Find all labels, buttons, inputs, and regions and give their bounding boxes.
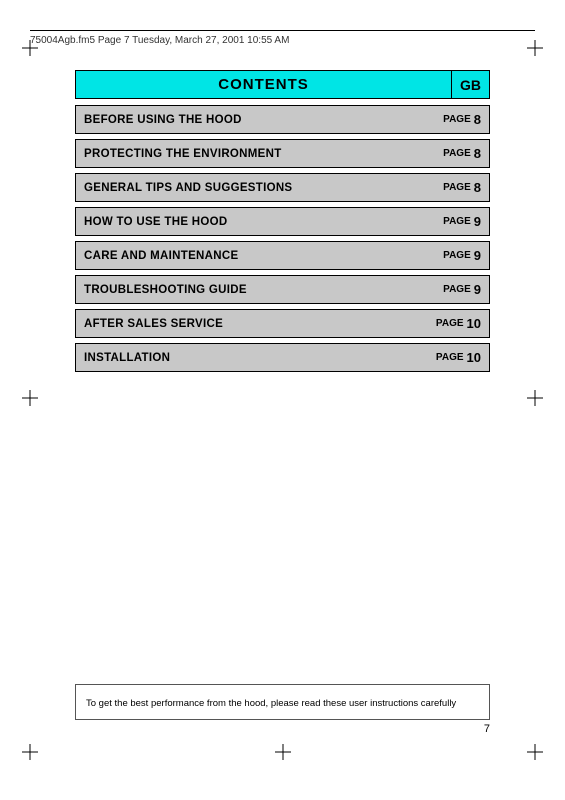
toc-page-cell-6: PAGE10 <box>409 310 489 337</box>
toc-page-label-5: PAGE <box>443 284 471 295</box>
toc-page-label-3: PAGE <box>443 216 471 227</box>
toc-page-number-7: 10 <box>467 350 481 365</box>
toc-page-label-4: PAGE <box>443 250 471 261</box>
toc-title-6: AFTER SALES SERVICE <box>84 318 223 330</box>
toc-title-5: TROUBLESHOOTING GUIDE <box>84 284 247 296</box>
toc-list: BEFORE USING THE HOODPAGE8PROTECTING THE… <box>75 105 490 372</box>
toc-page-number-6: 10 <box>467 316 481 331</box>
toc-page-label-7: PAGE <box>436 352 464 363</box>
toc-title-0: BEFORE USING THE HOOD <box>84 114 242 126</box>
toc-row: PROTECTING THE ENVIRONMENT PAGE8 <box>75 139 490 168</box>
toc-row: INSTALLATION PAGE10 <box>75 343 490 372</box>
contents-gb: GB <box>460 77 481 93</box>
page-container: 75004Agb.fm5 Page 7 Tuesday, March 27, 2… <box>0 0 565 800</box>
crosshair-bottom-mid <box>275 744 291 760</box>
toc-title-cell-0: BEFORE USING THE HOOD <box>76 106 409 133</box>
toc-row: TROUBLESHOOTING GUIDE PAGE9 <box>75 275 490 304</box>
main-content: CONTENTS GB BEFORE USING THE HOODPAGE8PR… <box>75 70 490 377</box>
contents-header: CONTENTS GB <box>75 70 490 99</box>
toc-page-cell-3: PAGE9 <box>409 208 489 235</box>
crosshair-top-left <box>22 40 38 56</box>
header-filename: 75004Agb.fm5 Page 7 Tuesday, March 27, 2… <box>30 35 289 46</box>
toc-title-cell-2: GENERAL TIPS AND SUGGESTIONS <box>76 174 409 201</box>
crosshair-top-right <box>527 40 543 56</box>
toc-page-cell-2: PAGE8 <box>409 174 489 201</box>
toc-title-2: GENERAL TIPS AND SUGGESTIONS <box>84 182 292 194</box>
crosshair-mid-right <box>527 390 543 406</box>
toc-title-4: CARE AND MAINTENANCE <box>84 250 238 262</box>
toc-row: AFTER SALES SERVICE PAGE10 <box>75 309 490 338</box>
contents-gb-cell: GB <box>451 71 489 98</box>
toc-page-cell-1: PAGE8 <box>409 140 489 167</box>
header-bar: 75004Agb.fm5 Page 7 Tuesday, March 27, 2… <box>30 30 535 46</box>
toc-title-3: HOW TO USE THE HOOD <box>84 216 228 228</box>
toc-title-cell-5: TROUBLESHOOTING GUIDE <box>76 276 409 303</box>
crosshair-mid-left <box>22 390 38 406</box>
toc-page-number-0: 8 <box>474 112 481 127</box>
toc-page-label-6: PAGE <box>436 318 464 329</box>
page-number: 7 <box>484 723 490 735</box>
toc-page-number-1: 8 <box>474 146 481 161</box>
toc-title-cell-3: HOW TO USE THE HOOD <box>76 208 409 235</box>
toc-page-cell-7: PAGE10 <box>409 344 489 371</box>
contents-title-cell: CONTENTS <box>76 71 451 98</box>
toc-title-cell-4: CARE AND MAINTENANCE <box>76 242 409 269</box>
toc-page-cell-5: PAGE9 <box>409 276 489 303</box>
toc-page-number-5: 9 <box>474 282 481 297</box>
toc-title-cell-1: PROTECTING THE ENVIRONMENT <box>76 140 409 167</box>
toc-title-1: PROTECTING THE ENVIRONMENT <box>84 148 282 160</box>
toc-page-label-1: PAGE <box>443 148 471 159</box>
toc-page-number-2: 8 <box>474 180 481 195</box>
toc-page-cell-0: PAGE8 <box>409 106 489 133</box>
crosshair-bottom-right <box>527 744 543 760</box>
toc-page-cell-4: PAGE9 <box>409 242 489 269</box>
toc-row: BEFORE USING THE HOOD PAGE8 <box>75 105 490 134</box>
toc-page-label-0: PAGE <box>443 114 471 125</box>
toc-page-number-3: 9 <box>474 214 481 229</box>
toc-row: HOW TO USE THE HOOD PAGE9 <box>75 207 490 236</box>
crosshair-bottom-left <box>22 744 38 760</box>
bottom-note-text: To get the best performance from the hoo… <box>86 698 456 709</box>
toc-row: GENERAL TIPS AND SUGGESTIONS PAGE8 <box>75 173 490 202</box>
toc-row: CARE AND MAINTENANCE PAGE9 <box>75 241 490 270</box>
toc-title-cell-7: INSTALLATION <box>76 344 409 371</box>
contents-title: CONTENTS <box>218 76 309 93</box>
bottom-note-box: To get the best performance from the hoo… <box>75 684 490 720</box>
toc-page-number-4: 9 <box>474 248 481 263</box>
toc-title-cell-6: AFTER SALES SERVICE <box>76 310 409 337</box>
toc-title-7: INSTALLATION <box>84 352 170 364</box>
toc-page-label-2: PAGE <box>443 182 471 193</box>
